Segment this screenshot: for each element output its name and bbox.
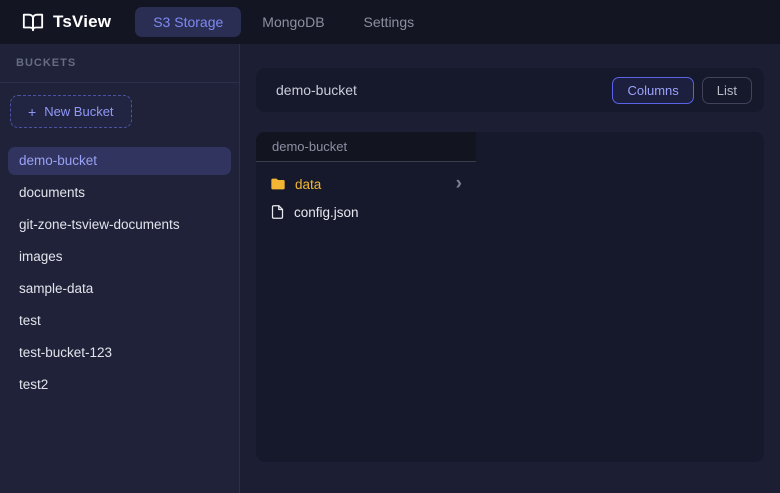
bucket-item-images[interactable]: images bbox=[8, 243, 231, 271]
book-open-icon bbox=[22, 11, 44, 33]
bucket-item-test-bucket-123[interactable]: test-bucket-123 bbox=[8, 339, 231, 367]
bucket-header-bar: demo-bucket Columns List bbox=[256, 68, 764, 112]
buckets-section-title: BUCKETS bbox=[16, 57, 76, 69]
column-header: demo-bucket bbox=[256, 132, 476, 162]
columns-view-button[interactable]: Columns bbox=[612, 77, 693, 104]
app-title: TsView bbox=[53, 12, 111, 32]
folder-icon bbox=[270, 176, 286, 192]
entry-label: data bbox=[295, 177, 447, 192]
browser-column: demo-bucket data › bbox=[256, 132, 476, 462]
nav-tabs: S3 Storage MongoDB Settings bbox=[135, 7, 432, 37]
tab-mongodb[interactable]: MongoDB bbox=[244, 7, 342, 37]
app-logo: TsView bbox=[22, 11, 111, 33]
bucket-item-documents[interactable]: documents bbox=[8, 179, 231, 207]
chevron-right-icon: › bbox=[456, 174, 462, 193]
main-content: demo-bucket Columns List demo-bucket da bbox=[240, 44, 780, 493]
entry-folder-data[interactable]: data › bbox=[256, 170, 476, 198]
bucket-item-test[interactable]: test bbox=[8, 307, 231, 335]
current-bucket-title: demo-bucket bbox=[276, 82, 612, 98]
buckets-sidebar: BUCKETS + New Bucket demo-bucket documen… bbox=[0, 44, 240, 493]
navbar: TsView S3 Storage MongoDB Settings bbox=[0, 0, 780, 44]
bucket-item-sample-data[interactable]: sample-data bbox=[8, 275, 231, 303]
tab-s3-storage[interactable]: S3 Storage bbox=[135, 7, 241, 37]
sidebar-section-header: BUCKETS bbox=[0, 44, 239, 83]
view-toggle: Columns List bbox=[612, 77, 752, 104]
bucket-list: demo-bucket documents git-zone-tsview-do… bbox=[0, 140, 239, 410]
new-bucket-button[interactable]: + New Bucket bbox=[10, 95, 132, 128]
entry-file-config-json[interactable]: config.json bbox=[256, 198, 476, 226]
entry-label: config.json bbox=[294, 205, 462, 220]
tab-settings[interactable]: Settings bbox=[346, 7, 433, 37]
file-icon bbox=[270, 204, 285, 220]
new-bucket-label: New Bucket bbox=[44, 104, 113, 119]
bucket-item-git-zone-tsview-documents[interactable]: git-zone-tsview-documents bbox=[8, 211, 231, 239]
bucket-item-demo-bucket[interactable]: demo-bucket bbox=[8, 147, 231, 175]
list-view-button[interactable]: List bbox=[702, 77, 752, 104]
bucket-item-test2[interactable]: test2 bbox=[8, 371, 231, 399]
file-browser-panel: demo-bucket data › bbox=[256, 132, 764, 462]
plus-icon: + bbox=[28, 105, 36, 119]
